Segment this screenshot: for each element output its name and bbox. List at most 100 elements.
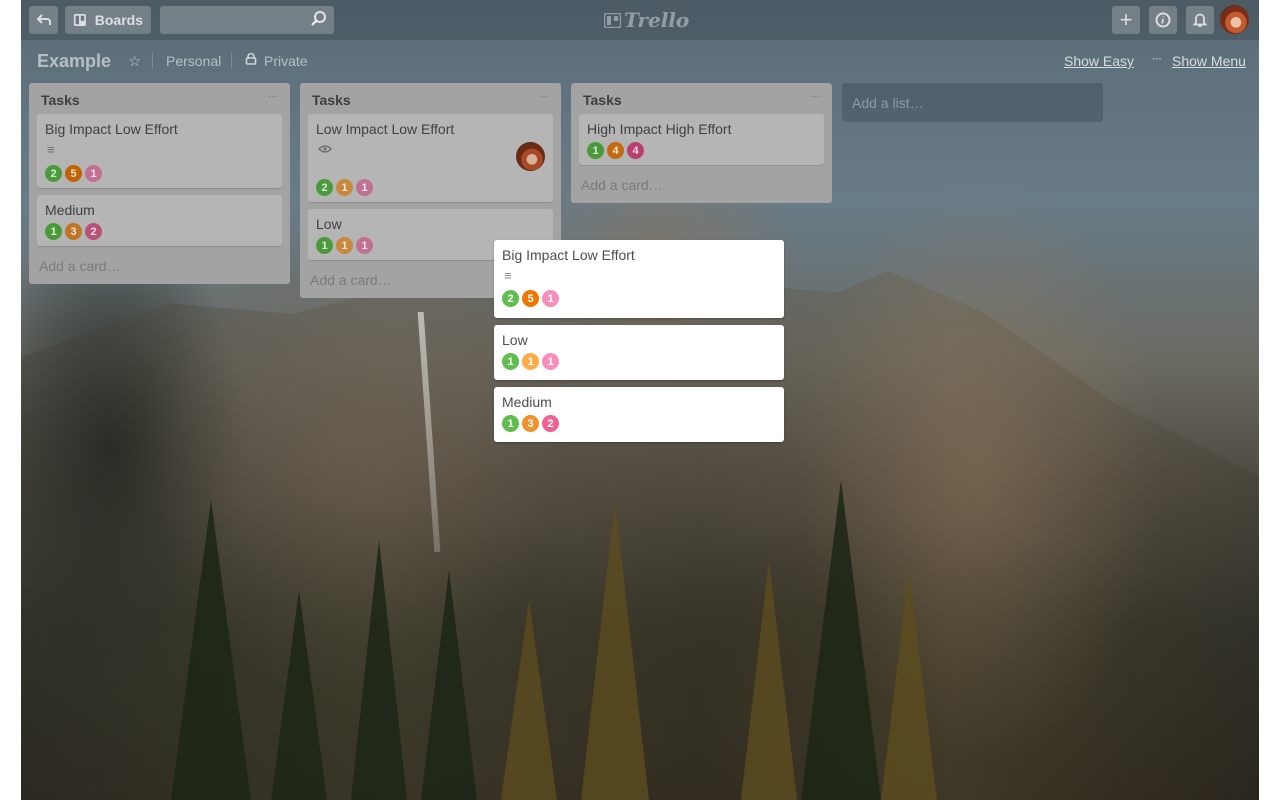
badge-row: 1 4 4 (587, 142, 816, 159)
background-tree (171, 500, 251, 800)
label-badge: 2 (316, 179, 333, 196)
label-badge: 4 (627, 142, 644, 159)
boards-label: Boards (94, 12, 143, 28)
board-title[interactable]: Example (37, 51, 111, 72)
badge-row: 2 1 1 (316, 179, 373, 196)
card[interactable]: Big Impact Low Effort ≡ 2 5 1 (37, 114, 282, 188)
bell-icon (1193, 13, 1207, 27)
info-icon (1155, 12, 1171, 28)
board-canvas: Boards Trello + Example ☆ Personal Priva… (21, 0, 1259, 800)
add-card-button[interactable]: Add a card… (37, 253, 282, 276)
list-title[interactable]: Tasks (312, 92, 351, 108)
dragged-card[interactable]: Big Impact Low Effort ≡ 2 5 1 (494, 240, 784, 318)
show-easy-link[interactable]: Show Easy (1064, 53, 1134, 69)
card-title: Big Impact Low Effort (45, 121, 178, 137)
badge-row: 2 5 1 (502, 290, 776, 307)
background-tree (801, 480, 881, 800)
card-title: Medium (45, 202, 95, 218)
notifications-button[interactable] (1186, 6, 1214, 34)
member-avatar[interactable] (516, 142, 545, 171)
top-bar: Boards Trello + (21, 0, 1259, 40)
card-title: Low (502, 332, 528, 348)
star-icon[interactable]: ☆ (128, 52, 141, 70)
add-card-button[interactable]: Add a card… (579, 172, 824, 195)
boards-button[interactable]: Boards (65, 6, 151, 34)
list: Tasks ··· Big Impact Low Effort ≡ 2 5 1 … (29, 83, 290, 284)
card-title: High Impact High Effort (587, 121, 732, 137)
label-badge: 3 (65, 223, 82, 240)
badge-row: 1 3 2 (502, 415, 776, 432)
label-badge: 1 (522, 353, 539, 370)
list-menu-icon[interactable]: ··· (268, 91, 278, 102)
badge-row: 2 5 1 (45, 165, 274, 182)
label-badge: 5 (65, 165, 82, 182)
boards-icon (73, 13, 86, 27)
label-badge: 1 (502, 415, 519, 432)
list-menu-icon[interactable]: ··· (539, 91, 549, 102)
visibility-link[interactable]: Private (264, 53, 308, 69)
background-tree (421, 570, 477, 800)
label-badge: 1 (336, 237, 353, 254)
card[interactable]: Medium 1 3 2 (37, 195, 282, 246)
badge-row: 1 3 2 (45, 223, 274, 240)
label-badge: 1 (85, 165, 102, 182)
background-tree (501, 600, 557, 800)
plus-icon: + (1119, 7, 1133, 32)
label-badge: 2 (45, 165, 62, 182)
label-badge: 4 (607, 142, 624, 159)
show-menu-link[interactable]: Show Menu (1172, 53, 1246, 69)
background-tree (881, 570, 937, 800)
label-badge: 2 (542, 415, 559, 432)
card-title: Low Impact Low Effort (316, 121, 455, 137)
back-button[interactable] (29, 6, 58, 34)
background-tree (271, 590, 327, 800)
card-title: Medium (502, 394, 552, 410)
label-badge: 1 (356, 179, 373, 196)
lock-icon (245, 52, 257, 68)
divider (152, 53, 153, 69)
card[interactable]: High Impact High Effort 1 4 4 (579, 114, 824, 165)
dragged-card[interactable]: Medium 1 3 2 (494, 387, 784, 442)
search-icon[interactable] (310, 10, 328, 28)
list-title[interactable]: Tasks (583, 92, 622, 108)
info-button[interactable] (1149, 6, 1177, 34)
label-badge: 5 (522, 290, 539, 307)
label-badge: 1 (356, 237, 373, 254)
label-badge: 1 (587, 142, 604, 159)
description-icon: ≡ (47, 142, 55, 157)
more-icon[interactable]: ··· (1152, 51, 1162, 65)
label-badge: 1 (336, 179, 353, 196)
team-link[interactable]: Personal (166, 53, 221, 69)
card-title: Big Impact Low Effort (502, 247, 635, 263)
eye-icon (318, 141, 545, 159)
list-header[interactable]: Tasks ··· (308, 83, 553, 114)
description-icon: ≡ (504, 268, 512, 283)
add-list-button[interactable]: Add a list… (842, 83, 1103, 122)
search-input[interactable] (160, 6, 334, 34)
list-header[interactable]: Tasks ··· (579, 83, 824, 114)
background-tree (351, 540, 407, 800)
label-badge: 3 (522, 415, 539, 432)
label-badge: 2 (85, 223, 102, 240)
dragged-card[interactable]: Low 1 1 1 (494, 325, 784, 380)
trello-logo-icon (604, 12, 621, 28)
background-tree (741, 560, 797, 800)
label-badge: 1 (45, 223, 62, 240)
list-menu-icon[interactable]: ··· (810, 91, 820, 102)
trello-logo[interactable]: Trello (604, 8, 689, 32)
background-waterfall (417, 312, 441, 552)
card-title: Low (316, 216, 342, 232)
label-badge: 1 (542, 353, 559, 370)
card[interactable]: Low Impact Low Effort 2 1 1 (308, 114, 553, 202)
label-badge: 2 (502, 290, 519, 307)
user-avatar[interactable] (1220, 5, 1249, 34)
logo-text: Trello (624, 8, 690, 32)
add-button[interactable]: + (1112, 6, 1140, 34)
list-header[interactable]: Tasks ··· (37, 83, 282, 114)
background-tree (581, 500, 649, 800)
label-badge: 1 (542, 290, 559, 307)
list-title[interactable]: Tasks (41, 92, 80, 108)
badge-row: 1 1 1 (502, 353, 776, 370)
list: Tasks ··· High Impact High Effort 1 4 4 … (571, 83, 832, 203)
label-badge: 1 (502, 353, 519, 370)
